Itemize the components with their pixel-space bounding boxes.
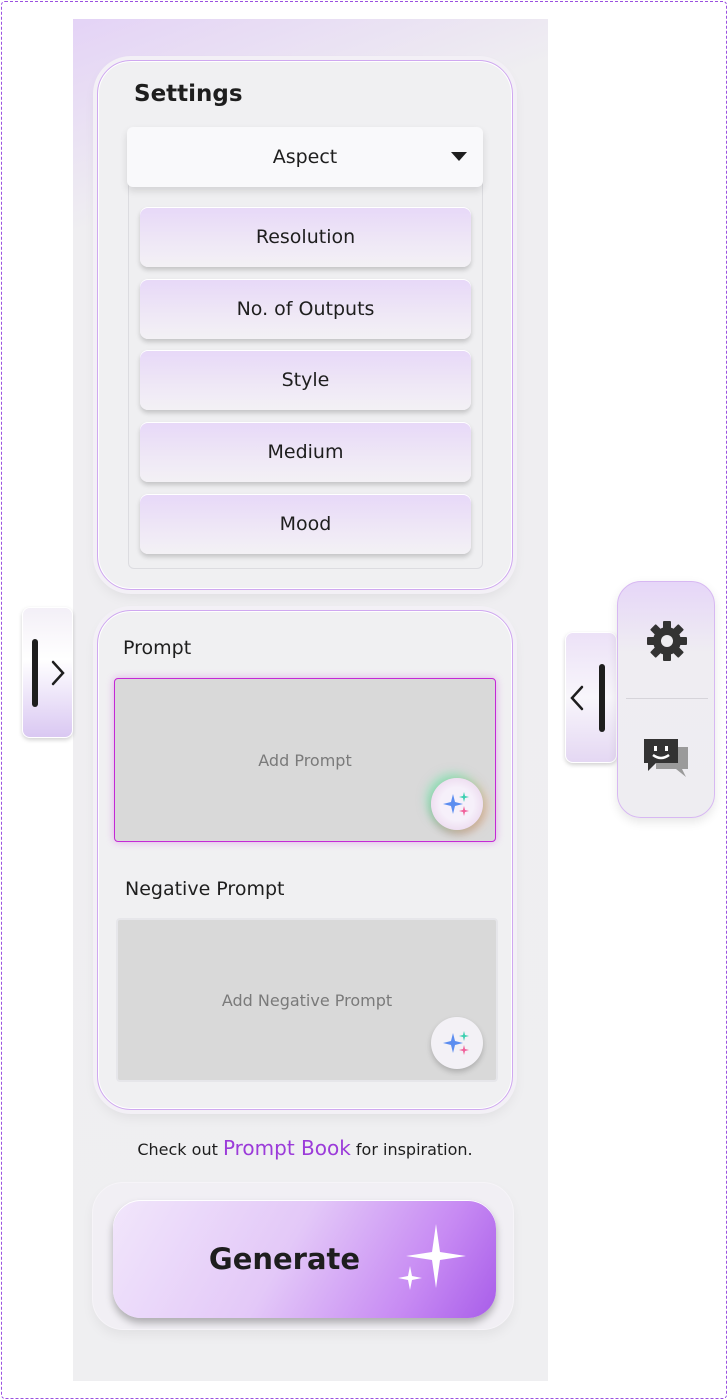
generate-label: Generate <box>208 1242 361 1276</box>
side-toolbar <box>617 581 715 818</box>
prompt-book-link[interactable]: Prompt Book <box>223 1136 351 1160</box>
chat-assistant-button[interactable] <box>638 728 696 786</box>
collapse-right-panel-toggle[interactable] <box>565 632 617 763</box>
chat-bot-icon <box>644 739 688 777</box>
caret-down-icon <box>451 152 467 161</box>
toolbar-divider <box>626 698 708 699</box>
prompt-label: Prompt <box>123 637 192 659</box>
resolution-button[interactable]: Resolution <box>140 207 471 267</box>
prompt-enhance-button[interactable] <box>431 778 483 830</box>
chevron-right-icon <box>51 660 65 686</box>
hint-prefix: Check out <box>137 1140 223 1159</box>
chevron-left-icon <box>570 685 584 711</box>
hint-suffix: for inspiration. <box>350 1140 473 1159</box>
prompt-placeholder: Add Prompt <box>258 750 352 770</box>
settings-card: Settings Aspect Resolution No. of Output… <box>97 60 513 590</box>
settings-gear-button[interactable] <box>638 612 696 670</box>
panel-edge-bar <box>599 664 605 732</box>
negative-prompt-enhance-button[interactable] <box>431 1017 483 1069</box>
generate-container: Generate <box>93 1183 513 1329</box>
aspect-dropdown[interactable]: Aspect <box>127 127 483 187</box>
medium-button[interactable]: Medium <box>140 422 471 482</box>
inspiration-hint: Check out Prompt Book for inspiration. <box>97 1136 513 1160</box>
style-button[interactable]: Style <box>140 350 471 410</box>
outputs-button[interactable]: No. of Outputs <box>140 279 471 339</box>
prompt-card: Prompt Add Prompt Negative Prompt Add Ne… <box>97 610 513 1110</box>
negative-prompt-placeholder: Add Negative Prompt <box>221 990 393 1010</box>
sparkles-icon <box>398 1224 466 1290</box>
gear-icon <box>647 621 687 661</box>
aspect-label: Aspect <box>272 146 338 168</box>
expand-left-panel-toggle[interactable] <box>22 607 73 738</box>
settings-title: Settings <box>134 81 243 107</box>
negative-prompt-label: Negative Prompt <box>125 878 285 900</box>
generate-button[interactable]: Generate <box>113 1200 496 1318</box>
panel-edge-bar <box>32 639 38 707</box>
sparkle-icon <box>443 792 469 816</box>
sparkle-icon <box>443 1031 469 1055</box>
mood-button[interactable]: Mood <box>140 494 471 554</box>
